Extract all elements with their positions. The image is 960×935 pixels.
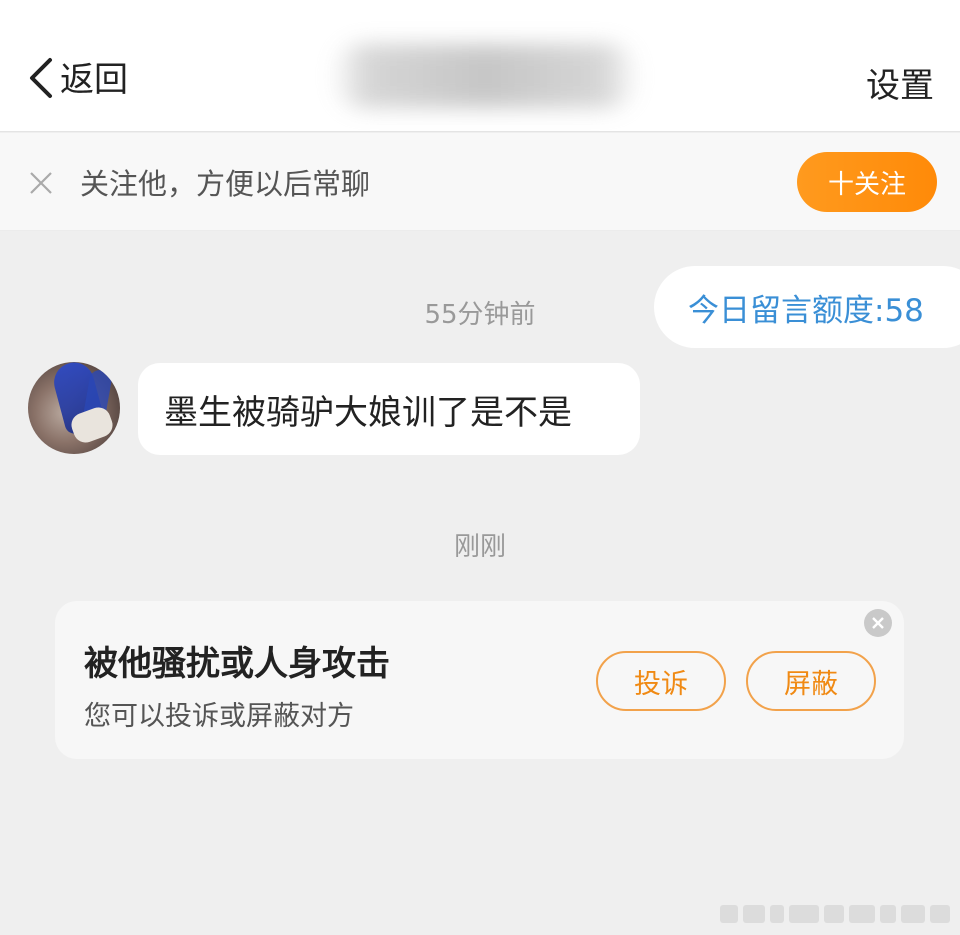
blurred-username-title [330,44,640,108]
timestamp: 刚刚 [453,532,506,562]
watermark [720,905,952,925]
incoming-message-bubble[interactable]: 墨生被骑驴大娘训了是不是 [138,363,640,455]
back-button[interactable]: 返回 [26,56,128,104]
back-label: 返回 [60,60,128,100]
close-card-icon[interactable] [864,609,892,637]
follow-button[interactable]: 十关注 [797,152,937,212]
timestamp: 55分钟前 [424,300,536,330]
avatar[interactable] [28,362,120,454]
chevron-left-icon [26,54,56,106]
report-card-title: 被他骚扰或人身攻击 [84,644,390,684]
follow-suggestion-text: 关注他，方便以后常聊 [80,167,371,201]
complain-button[interactable]: 投诉 [596,651,726,711]
message-quota-bubble: 今日留言额度:58 [654,266,960,348]
settings-button[interactable]: 设置 [866,58,934,107]
close-icon[interactable] [28,170,54,196]
block-button[interactable]: 屏蔽 [746,651,876,711]
report-card-subtitle: 您可以投诉或屏蔽对方 [84,701,354,732]
